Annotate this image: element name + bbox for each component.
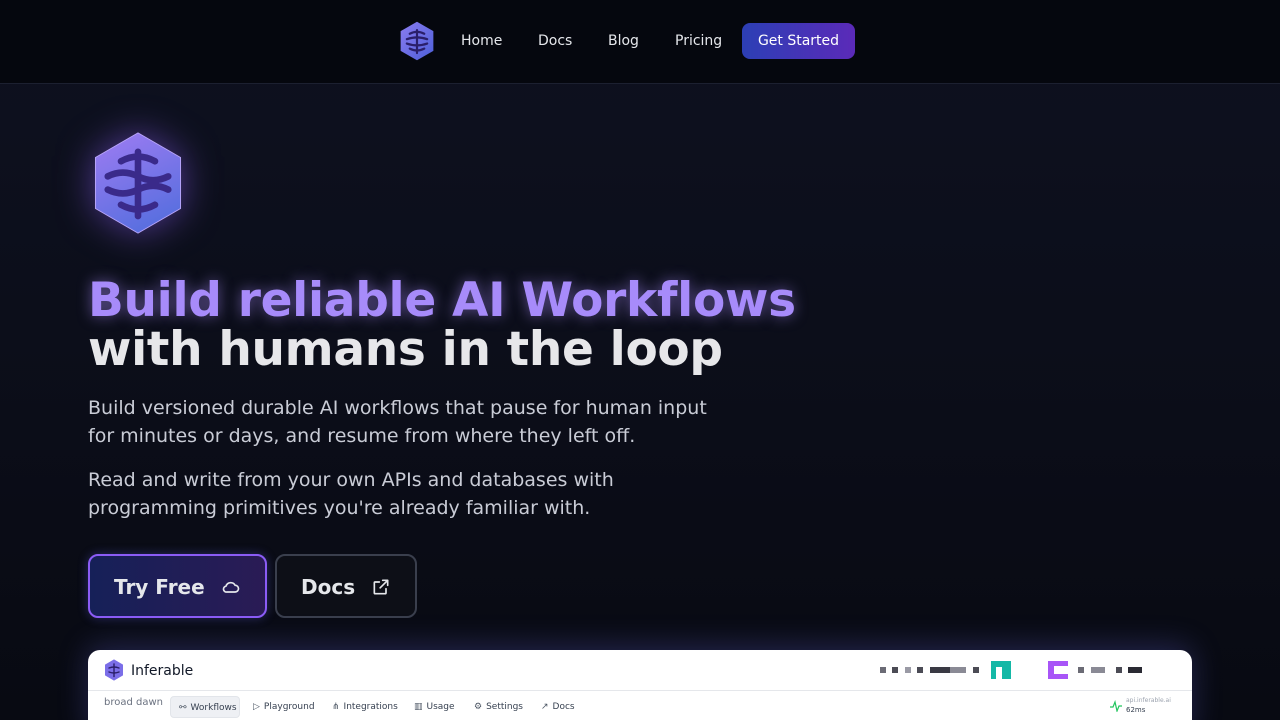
- nav-link-docs[interactable]: Docs: [538, 31, 572, 51]
- cloud-icon: [222, 581, 240, 593]
- preview-api-host: api.inferable.ai: [1126, 697, 1171, 704]
- try-free-label: Try Free: [114, 575, 205, 599]
- workflow-icon: ⚯: [179, 703, 187, 713]
- headline-line-1: Build reliable AI Workflows: [88, 273, 796, 328]
- preview-tab-workflows[interactable]: ⚯ Workflows: [170, 696, 240, 718]
- inferable-logo-icon[interactable]: [397, 21, 437, 61]
- preview-nav: ⚯ Workflows ▷ Playground ⋔ Integrations ▥ Us…: [88, 692, 1192, 720]
- preview-tab-integrations[interactable]: ⋔ Integrations: [332, 696, 398, 718]
- gear-icon: ⚙: [474, 702, 483, 712]
- network-icon: ⋔: [332, 702, 340, 712]
- top-nav: Home Docs Blog Pricing Get Started: [0, 0, 1280, 84]
- preview-brand: Inferable: [131, 663, 194, 679]
- headline-line-2: with humans in the loop: [88, 322, 723, 377]
- external-link-icon: ↗: [541, 702, 549, 712]
- app-preview-screenshot: Inferable broad dawn ⚯ Workflows ▷ Playgro…: [88, 650, 1192, 720]
- preview-api-latency: 62ms: [1126, 706, 1146, 714]
- inferable-hex-icon: [94, 132, 182, 234]
- preview-header: Inferable: [88, 650, 1192, 691]
- nav-link-home[interactable]: Home: [461, 31, 502, 51]
- external-link-icon: [373, 579, 389, 595]
- hero-logo: [90, 131, 186, 235]
- nav-link-blog[interactable]: Blog: [608, 31, 639, 51]
- play-icon: ▷: [253, 702, 260, 712]
- hero-description: Build versioned durable AI workflows tha…: [88, 394, 768, 450]
- activity-icon: [1110, 699, 1122, 714]
- preview-tab-playground[interactable]: ▷ Playground: [253, 696, 315, 718]
- hero-subdescription-line-2: programming primitives you're already fa…: [88, 497, 591, 519]
- hero-description-line-2: for minutes or days, and resume from whe…: [88, 425, 636, 447]
- preview-tab-docs[interactable]: ↗ Docs: [541, 696, 575, 718]
- preview-tab-usage[interactable]: ▥ Usage: [414, 696, 455, 718]
- docs-button[interactable]: Docs: [275, 554, 417, 618]
- docs-button-label: Docs: [301, 575, 356, 599]
- get-started-button[interactable]: Get Started: [742, 23, 855, 59]
- preview-tab-settings[interactable]: ⚙ Settings: [474, 696, 523, 718]
- preview-api-status: api.inferable.ai 62ms: [1110, 697, 1171, 716]
- inferable-logo-icon: [105, 659, 123, 681]
- hero-subdescription: Read and write from your own APIs and da…: [88, 466, 768, 522]
- bar-chart-icon: ▥: [414, 702, 423, 712]
- hero-description-line-1: Build versioned durable AI workflows tha…: [88, 397, 707, 419]
- hero-subdescription-line-1: Read and write from your own APIs and da…: [88, 469, 614, 491]
- nav-link-pricing[interactable]: Pricing: [675, 31, 722, 51]
- try-free-button[interactable]: Try Free: [88, 554, 267, 618]
- hero-headline: Build reliable AI Workflows with humans …: [88, 276, 888, 374]
